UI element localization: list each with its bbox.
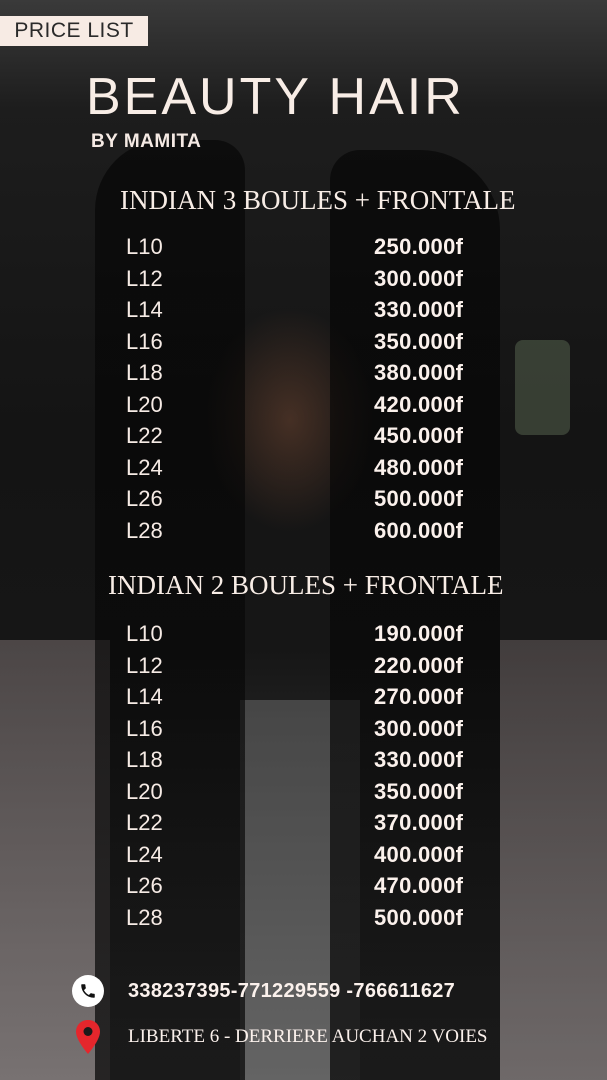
price-row: L12 300.000f: [126, 265, 506, 297]
price-list-tag: PRICE LIST: [0, 16, 148, 46]
brand-byline: BY MAMITA: [91, 131, 202, 152]
price-value: 380.000f: [374, 360, 464, 385]
price-value: 220.000f: [374, 652, 464, 678]
length-label: L18: [126, 747, 163, 772]
length-label: L24: [126, 841, 163, 867]
price-row: L26 470.000f: [126, 872, 506, 904]
price-value: 370.000f: [374, 810, 464, 835]
phone-numbers: 338237395-771229559 -766611627: [128, 980, 456, 1002]
length-label: L26: [126, 873, 163, 898]
price-value: 480.000f: [374, 454, 464, 480]
length-label: L12: [126, 265, 163, 291]
length-label: L24: [126, 454, 163, 480]
price-value: 300.000f: [374, 715, 464, 741]
price-value: 600.000f: [374, 517, 464, 543]
price-row: L10 190.000f: [126, 620, 506, 652]
price-value: 500.000f: [374, 904, 464, 930]
price-value: 500.000f: [374, 486, 464, 511]
length-label: L26: [126, 486, 163, 511]
price-row: L10 250.000f: [126, 233, 506, 265]
price-row: L20 420.000f: [126, 391, 506, 423]
section-title-3-boules: INDIAN 3 BOULES + FRONTALE: [120, 185, 516, 215]
phone-icon: [72, 975, 104, 1007]
price-row: L24 480.000f: [126, 454, 506, 486]
price-row: L16 300.000f: [126, 715, 506, 747]
length-label: L22: [126, 810, 163, 835]
section-title-2-boules: INDIAN 2 BOULES + FRONTALE: [108, 570, 504, 600]
length-label: L14: [126, 684, 163, 709]
price-value: 270.000f: [374, 684, 464, 709]
brand-title: BEAUTY HAIR: [86, 68, 465, 126]
price-value: 400.000f: [374, 841, 464, 867]
price-row: L16 350.000f: [126, 328, 506, 360]
price-row: L14 270.000f: [126, 683, 506, 715]
price-list-3-boules: L10 250.000f L12 300.000f L14 330.000f L16 3…: [126, 233, 506, 548]
price-value: 470.000f: [374, 873, 464, 898]
price-row: L24 400.000f: [126, 841, 506, 873]
price-row: L18 330.000f: [126, 746, 506, 778]
price-row: L18 380.000f: [126, 359, 506, 391]
price-value: 420.000f: [374, 391, 464, 417]
price-value: 190.000f: [374, 621, 464, 646]
price-value: 330.000f: [374, 747, 464, 772]
price-row: L28 600.000f: [126, 517, 506, 549]
length-label: L28: [126, 517, 163, 543]
price-value: 350.000f: [374, 328, 464, 354]
contact-phone: 338237395-771229559 -766611627: [72, 975, 592, 1009]
price-value: 250.000f: [374, 234, 464, 259]
price-row: L22 370.000f: [126, 809, 506, 841]
price-row: L22 450.000f: [126, 422, 506, 454]
map-pin-icon: [74, 1019, 102, 1059]
price-row: L20 350.000f: [126, 778, 506, 810]
price-value: 300.000f: [374, 265, 464, 291]
price-row: L14 330.000f: [126, 296, 506, 328]
length-label: L10: [126, 234, 163, 259]
price-value: 330.000f: [374, 297, 464, 322]
length-label: L14: [126, 297, 163, 322]
length-label: L22: [126, 423, 163, 448]
price-value: 350.000f: [374, 778, 464, 804]
length-label: L28: [126, 904, 163, 930]
length-label: L20: [126, 778, 163, 804]
length-label: L16: [126, 715, 163, 741]
price-row: L12 220.000f: [126, 652, 506, 684]
length-label: L16: [126, 328, 163, 354]
background-photo-jacket-left: [0, 640, 110, 1080]
length-label: L18: [126, 360, 163, 385]
length-label: L12: [126, 652, 163, 678]
background-photo-jacket-right: [500, 640, 607, 1080]
price-value: 450.000f: [374, 423, 464, 448]
background-photo-window: [515, 340, 570, 435]
length-label: L20: [126, 391, 163, 417]
price-row: L28 500.000f: [126, 904, 506, 936]
address-text: LIBERTE 6 - DERRIERE AUCHAN 2 VOIES: [128, 1026, 488, 1047]
price-list-2-boules: L10 190.000f L12 220.000f L14 270.000f L16 3…: [126, 620, 506, 935]
contact-address: LIBERTE 6 - DERRIERE AUCHAN 2 VOIES: [72, 1019, 592, 1055]
length-label: L10: [126, 621, 163, 646]
price-row: L26 500.000f: [126, 485, 506, 517]
